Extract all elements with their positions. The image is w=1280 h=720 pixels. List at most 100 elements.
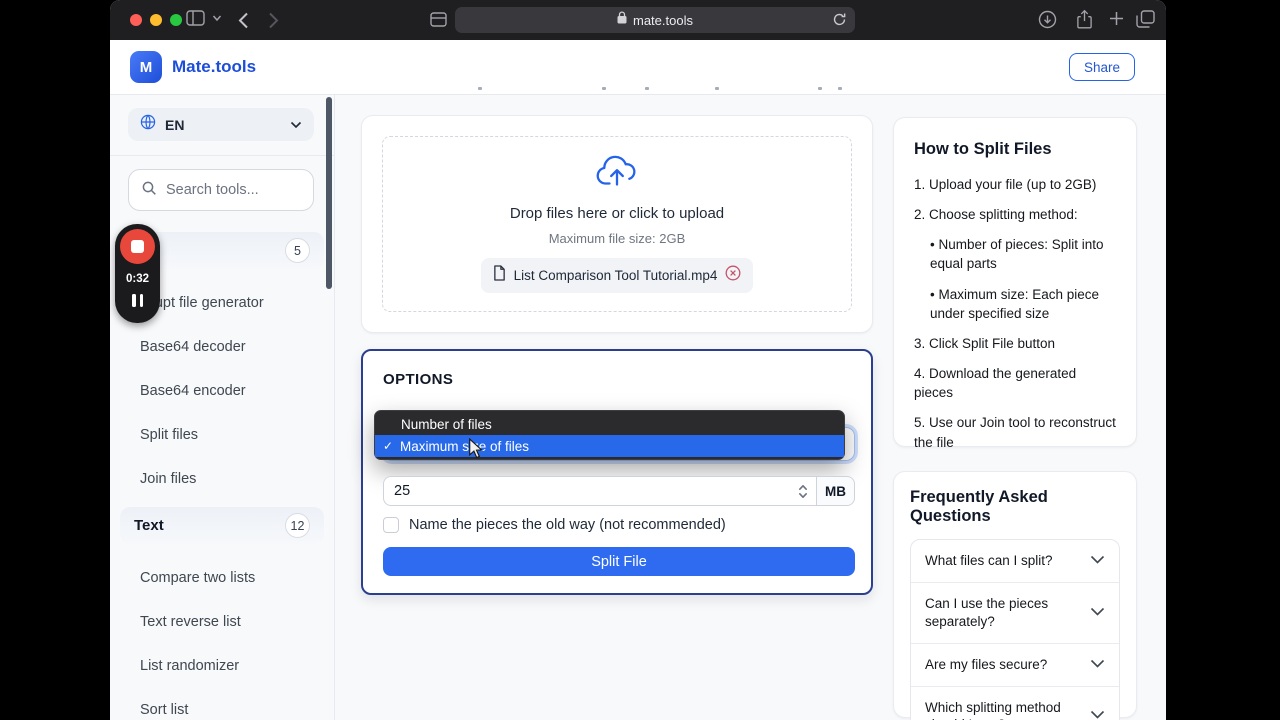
brand-logo-letter: M	[139, 58, 153, 76]
sidebar-item-base64-decoder[interactable]: Base64 decoder	[110, 325, 334, 369]
split-file-button[interactable]: Split File	[383, 547, 855, 576]
share-button-label: Share	[1083, 59, 1120, 75]
brand-logo[interactable]: M	[130, 51, 162, 83]
split-method-dropdown-menu: Number of files ✓ Maximum size of files	[374, 410, 845, 460]
tool-label: List randomizer	[140, 658, 240, 674]
close-window-button[interactable]	[130, 14, 142, 26]
howto-step: 1. Upload your file (up to 2GB)	[914, 177, 1097, 192]
pause-icon	[132, 294, 136, 307]
naming-option-row: Name the pieces the old way (not recomme…	[383, 517, 726, 533]
faq-item-which-method[interactable]: Which splitting method should I use?	[911, 685, 1119, 720]
brand-name[interactable]: Mate.tools	[172, 57, 256, 77]
tool-label: Compare two lists	[140, 570, 256, 586]
zoom-window-button[interactable]	[170, 14, 182, 26]
new-tab-icon[interactable]	[1108, 10, 1125, 27]
forward-icon[interactable]	[268, 12, 279, 29]
search-box[interactable]	[128, 169, 314, 211]
clipped-text-remnant	[715, 87, 719, 90]
stop-recording-button[interactable]	[120, 229, 155, 264]
downloads-icon[interactable]	[1038, 10, 1057, 29]
sidebar-divider	[110, 155, 334, 156]
search-input[interactable]	[166, 182, 306, 198]
old-naming-checkbox[interactable]	[383, 517, 399, 533]
tab-overview-icon[interactable]	[1136, 10, 1155, 28]
faq-question: What files can I split?	[925, 553, 1053, 569]
faq-question: Can I use the pieces separately?	[925, 596, 1049, 629]
address-bar[interactable]: mate.tools	[455, 7, 855, 33]
screen-recorder-widget: 0:32	[115, 224, 160, 323]
max-size-note: Maximum file size: 2GB	[548, 231, 686, 246]
clipped-text-remnant	[645, 87, 649, 90]
sidebar-scrollbar[interactable]	[326, 97, 332, 289]
stop-icon	[131, 240, 144, 253]
upload-card: Drop files here or click to upload Maxim…	[361, 115, 873, 333]
lock-icon	[617, 11, 627, 29]
pause-icon	[139, 294, 143, 307]
sidebar-toggle-icon[interactable]	[186, 10, 205, 26]
howto-step: 4. Download the generated pieces	[914, 366, 1077, 401]
browser-chrome: mate.tools	[110, 0, 1166, 40]
sidebar-item-text-reverse-list[interactable]: Text reverse list	[110, 600, 334, 644]
uploaded-file-name: List Comparison Tool Tutorial.mp4	[513, 268, 718, 283]
howto-step: 2. Choose splitting method:	[914, 207, 1078, 223]
sidebar-item-sort-list[interactable]: Sort list	[110, 688, 334, 720]
sidebar-item-list-randomizer[interactable]: List randomizer	[110, 644, 334, 688]
faq-question: Are my files secure?	[925, 656, 1048, 672]
faq-item-what-files[interactable]: What files can I split?	[911, 540, 1119, 582]
recording-timer: 0:32	[125, 273, 150, 285]
share-button[interactable]: Share	[1068, 53, 1135, 81]
options-title: OPTIONS	[383, 371, 454, 388]
pause-recording-button[interactable]	[132, 294, 143, 307]
language-selector[interactable]: EN	[128, 108, 314, 141]
main-content: Drop files here or click to upload Maxim…	[335, 95, 1166, 720]
sidebar-item-compare-two-lists[interactable]: Compare two lists	[110, 556, 334, 600]
text-category-badge: 12	[285, 513, 310, 538]
size-input[interactable]	[384, 483, 584, 499]
page-icon[interactable]	[430, 12, 447, 27]
language-label: EN	[165, 116, 185, 133]
howto-step: 5. Use our Join tool to reconstruct the …	[914, 415, 1116, 450]
howto-step-bullet: • Maximum size: Each piece under specifi…	[930, 286, 1100, 321]
chevron-down-icon	[1090, 656, 1105, 674]
sidebar-category-text[interactable]: Text 12	[120, 507, 324, 544]
files-category-badge: 5	[285, 238, 310, 263]
search-icon	[141, 180, 157, 201]
back-icon[interactable]	[238, 12, 249, 29]
menu-option-maximum-size[interactable]: ✓ Maximum size of files	[375, 435, 844, 457]
refresh-icon[interactable]	[832, 12, 847, 32]
size-input-row: MB	[383, 476, 855, 506]
menu-option-number-of-files[interactable]: Number of files	[375, 413, 844, 435]
chevron-down-icon	[1090, 604, 1105, 622]
menu-option-label: Number of files	[401, 416, 492, 432]
howto-step-bullet: • Number of pieces: Split into equal par…	[930, 237, 1104, 272]
uploaded-file-chip: List Comparison Tool Tutorial.mp4	[480, 258, 754, 293]
clipped-text-remnant	[818, 87, 822, 90]
clipped-text-remnant	[478, 87, 482, 90]
faq-list: What files can I split? Can I use the pi…	[910, 539, 1120, 720]
globe-icon	[140, 114, 156, 135]
tool-label: Text reverse list	[140, 614, 241, 630]
share-page-icon[interactable]	[1076, 9, 1093, 30]
minimize-window-button[interactable]	[150, 14, 162, 26]
chevron-down-icon	[1090, 707, 1105, 720]
howto-panel: How to Split Files 1. Upload your file (…	[893, 117, 1137, 450]
faq-item-pieces-separately[interactable]: Can I use the pieces separately?	[911, 582, 1119, 643]
clipped-text-remnant	[838, 87, 842, 90]
tool-label: Split files	[140, 427, 199, 443]
sidebar-chevron-icon[interactable]	[212, 14, 222, 22]
stepper-icon[interactable]	[798, 483, 808, 500]
unit-label: MB	[817, 476, 855, 506]
howto-title: How to Split Files	[914, 140, 1052, 158]
cloud-upload-icon	[595, 155, 639, 193]
remove-file-icon[interactable]	[725, 265, 741, 286]
tool-label: Base64 decoder	[140, 339, 246, 355]
sidebar-item-base64-encoder[interactable]: Base64 encoder	[110, 369, 334, 413]
options-panel: OPTIONS Number of files ✓ Maximum size o…	[361, 349, 873, 595]
dropzone[interactable]: Drop files here or click to upload Maxim…	[382, 136, 852, 312]
sidebar-item-split-files[interactable]: Split files	[110, 413, 334, 457]
sidebar-item-join-files[interactable]: Join files	[110, 457, 334, 501]
faq-item-files-secure[interactable]: Are my files secure?	[911, 642, 1119, 686]
old-naming-label: Name the pieces the old way (not recomme…	[409, 517, 726, 533]
url-text: mate.tools	[633, 12, 693, 28]
howto-step: 3. Click Split File button	[914, 335, 1056, 351]
